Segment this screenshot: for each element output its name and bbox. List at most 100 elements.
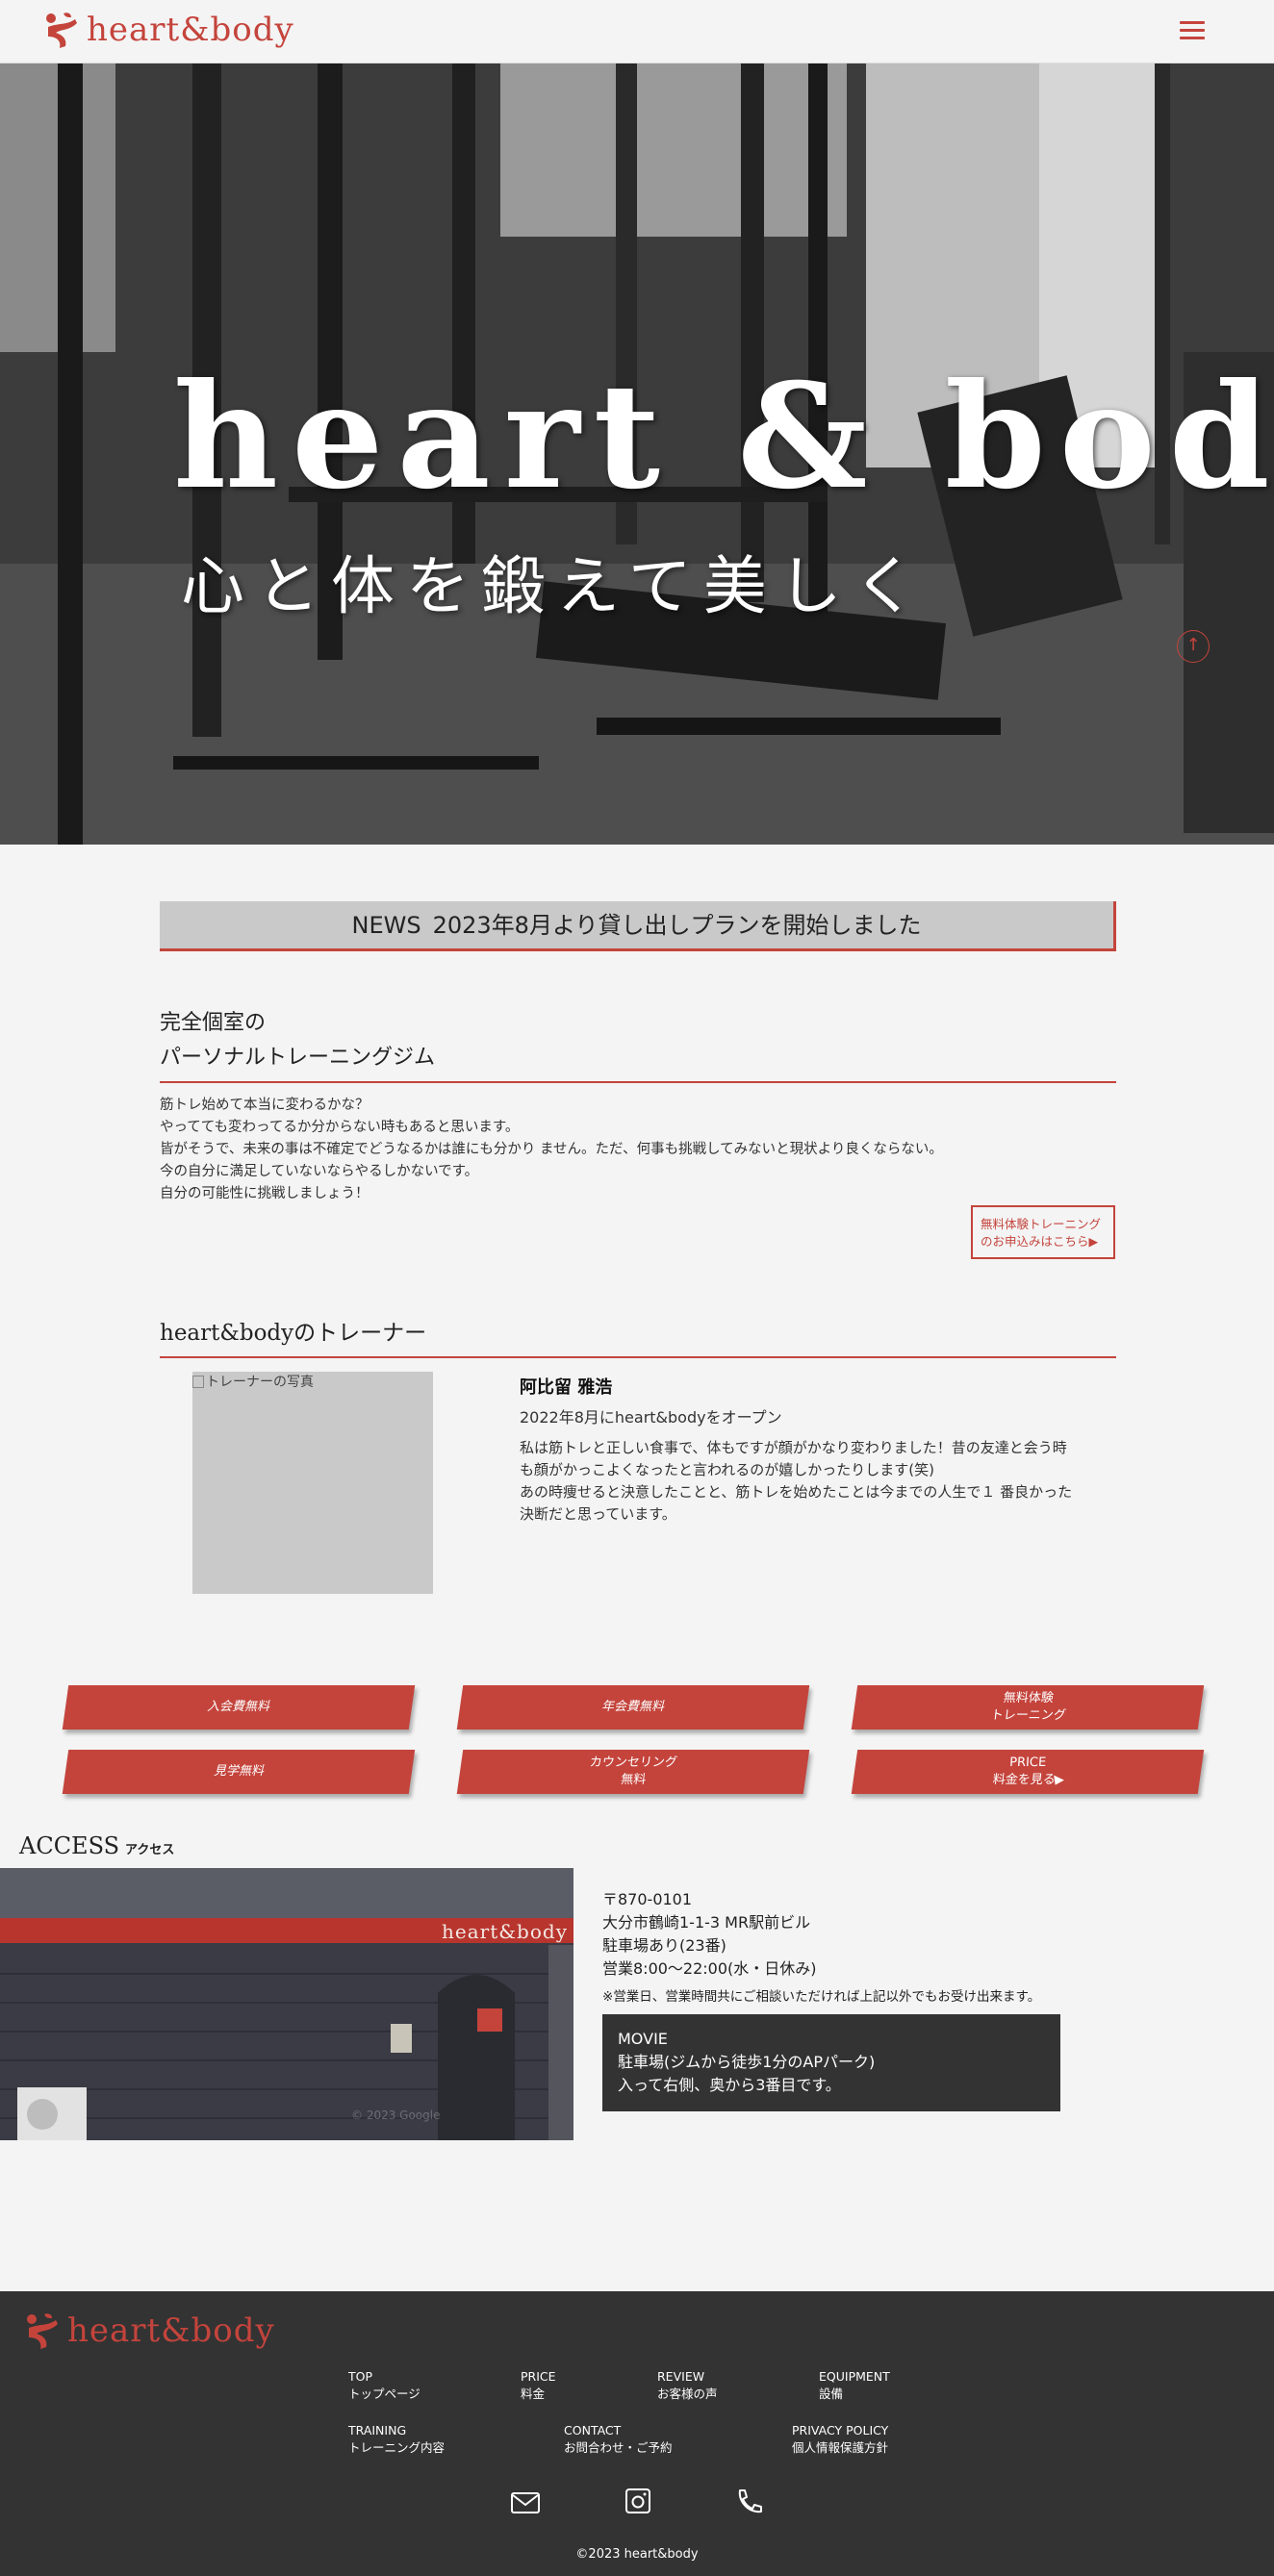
footer-link-en: TRAINING: [348, 2423, 407, 2437]
trainer-bio-line: 私は筋トレと正しい食事で、体もですが顔がかなり変わりました！昔の友達と会う時: [520, 1439, 1067, 1456]
button-label-line2: 無料: [619, 1773, 647, 1787]
footer-link-ja: お問合わせ・ご予約: [564, 2440, 673, 2455]
intro-heading: 完全個室の パーソナルトレーニングジム: [160, 1006, 1116, 1083]
free-visit-button[interactable]: 見学無料: [62, 1750, 416, 1794]
trainer-name: 阿比留 雅浩: [520, 1377, 613, 1398]
scroll-to-top-button[interactable]: ↑: [1177, 630, 1210, 663]
postal-code: 〒870-0101: [602, 1890, 693, 1908]
footer-link-ja: トレーニング内容: [348, 2440, 446, 2455]
free-trial-button[interactable]: 無料体験トレーニング のお申込みはこちら▶: [971, 1205, 1115, 1259]
button-label: カウンセリング 無料: [588, 1755, 678, 1789]
button-label-line1: カウンセリング: [588, 1755, 678, 1770]
intro-text-line: 筋トレ始めて本当に変わるかな？: [160, 1098, 369, 1113]
button-label: 無料体験トレーニング: [988, 1690, 1066, 1725]
hours-note: ※営業日、営業時間共にご相談いただければ上記以外でもお受け出来ます。: [602, 1989, 1041, 2005]
footer-logo-text: heart&body: [67, 2311, 275, 2350]
footer-link-en: EQUIPMENT: [819, 2369, 890, 2384]
trainer-heading: heart&bodyのトレーナー: [160, 1314, 1116, 1358]
logo-mark-icon: [46, 13, 77, 48]
footer-link-top[interactable]: TOP トップページ: [348, 2368, 420, 2403]
trainer-bio-line: 決断だと思っています。: [520, 1505, 676, 1523]
news-banner[interactable]: NEWS 2023年8月より貸し出しプランを開始しました: [160, 901, 1116, 951]
button-label: PRICE 料金を見る▶: [990, 1755, 1065, 1789]
footer-link-ja: 個人情報保護方針: [792, 2440, 889, 2455]
button-label: 年会費無料: [601, 1700, 665, 1714]
logo-text: heart&body: [87, 11, 294, 49]
footer-link-en: CONTACT: [564, 2423, 622, 2437]
price-button[interactable]: PRICE 料金を見る▶: [851, 1750, 1205, 1794]
address: 大分市鶴崎1-1-3 MR駅前ビル: [602, 1913, 811, 1932]
footer-link-training[interactable]: TRAINING トレーニング内容: [348, 2422, 445, 2457]
button-label: 入会費無料: [207, 1700, 270, 1714]
free-trial-training-button[interactable]: 無料体験トレーニング: [851, 1685, 1205, 1730]
intro-heading-line2: パーソナルトレーニングジム: [160, 1046, 436, 1070]
trainer-bio-line: あの時痩せると決意したことと、筋トレを始めたことは今までの人生で１ 番良かった: [520, 1483, 1073, 1501]
hero-subtitle: 心と体を鍛えて美しく: [181, 549, 929, 623]
intro-text: 筋トレ始めて本当に変わるかな？ やってても変わってるか分からない時もあると思いま…: [160, 1095, 1116, 1205]
footer-link-ja: 料金: [521, 2387, 546, 2401]
map-watermark: © 2023 Google: [351, 2109, 441, 2122]
hero-title: heart & body: [173, 352, 1274, 521]
footer-link-ja: お客様の声: [657, 2387, 718, 2401]
movie-box[interactable]: MOVIE 駐車場(ジムから徒歩1分のAPパーク) 入って右側、奥から3番目です…: [602, 2014, 1060, 2111]
movie-label: MOVIE: [618, 2030, 668, 2048]
trainer-bio-line: も顔がかっこよくなったと言われるのが嬉しかったりします(笑): [520, 1461, 934, 1478]
hero-image: heart & body 心と体を鍛えて美しく ↑: [0, 63, 1274, 845]
address-block: 〒870-0101 大分市鶴崎1-1-3 MR駅前ビル 駐車場あり(23番) 営…: [602, 1888, 817, 1981]
parking-info: 駐車場あり(23番): [602, 1936, 726, 1955]
copyright: ©2023 heart&body: [575, 2547, 699, 2562]
intro-text-line: 今の自分に満足していないならやるしかないです。: [160, 1164, 479, 1179]
footer-link-price[interactable]: PRICE 料金: [521, 2368, 556, 2403]
button-label-line2: 料金を見る▶: [990, 1773, 1065, 1787]
phone-icon[interactable]: [732, 2488, 763, 2514]
menu-icon[interactable]: [1180, 21, 1205, 40]
footer-link-equipment[interactable]: EQUIPMENT 設備: [819, 2368, 890, 2403]
footer-link-en: PRIVACY POLICY: [792, 2423, 889, 2437]
footer-link-ja: トップページ: [348, 2387, 420, 2401]
button-label: 見学無料: [213, 1764, 264, 1779]
footer-link-en: TOP: [348, 2369, 373, 2384]
free-admission-button[interactable]: 入会費無料: [62, 1685, 416, 1730]
button-label-line1: 無料体験: [1001, 1691, 1054, 1705]
footer-logo[interactable]: heart&body: [23, 2311, 275, 2351]
store-front-photo: heart&body © 2023 Google: [0, 1868, 573, 2140]
access-title: ACCESS アクセス: [19, 1832, 174, 1859]
free-annual-fee-button[interactable]: 年会費無料: [456, 1685, 810, 1730]
intro-text-line: 自分の可能性に挑戦しましょう！: [160, 1186, 369, 1201]
business-hours: 営業8:00～22:00(水・日休み): [602, 1959, 817, 1978]
intro-heading-line1: 完全個室の: [160, 1011, 267, 1035]
intro-text-line: やってても変わってるか分からない時もあると思います。: [160, 1120, 520, 1135]
free-counseling-button[interactable]: カウンセリング 無料: [456, 1750, 810, 1794]
trainer-opened: 2022年8月にheart&bodyをオープン: [520, 1408, 782, 1427]
arrow-up-icon: ↑: [1185, 635, 1201, 655]
site-footer: heart&body TOP トップページ PRICE 料金 REVIEW お客様の声…: [0, 2291, 1274, 2576]
mail-icon[interactable]: [510, 2489, 541, 2516]
access-title-en: ACCESS: [19, 1832, 120, 1859]
store-sign: heart&body: [442, 1920, 568, 1943]
button-label-line2: トレーニング: [988, 1708, 1066, 1723]
broken-image-icon: [192, 1375, 204, 1388]
site-logo[interactable]: heart&body: [42, 10, 294, 50]
site-header: heart&body: [0, 0, 1274, 63]
free-trial-line2: のお申込みはこちら▶: [981, 1234, 1099, 1249]
intro-text-line: 皆がそうで、未来の事は不確定でどうなるかは誰にも分かり ません。ただ、何事も挑戦…: [160, 1142, 943, 1157]
footer-link-en: PRICE: [521, 2369, 556, 2384]
movie-line1: 駐車場(ジムから徒歩1分のAPパーク): [618, 2053, 876, 2071]
button-label-line1: PRICE: [1007, 1755, 1047, 1770]
trainer-photo-alt: トレーナーの写真: [206, 1375, 314, 1390]
logo-mark-icon: [27, 2313, 58, 2349]
free-trial-line1: 無料体験トレーニング: [981, 1217, 1102, 1231]
footer-link-en: REVIEW: [657, 2369, 705, 2384]
news-label: NEWS: [351, 912, 421, 939]
access-title-ja: アクセス: [125, 1843, 175, 1857]
footer-link-privacy[interactable]: PRIVACY POLICY 個人情報保護方針: [792, 2422, 888, 2457]
store-front-image: [0, 1868, 573, 2140]
instagram-icon[interactable]: [623, 2488, 653, 2514]
trainer-bio: 私は筋トレと正しい食事で、体もですが顔がかなり変わりました！昔の友達と会う時 も…: [520, 1437, 1078, 1526]
trainer-photo: トレーナーの写真: [192, 1372, 433, 1594]
footer-link-contact[interactable]: CONTACT お問合わせ・ご予約: [564, 2422, 673, 2457]
news-text: 2023年8月より貸し出しプランを開始しました: [432, 912, 922, 939]
movie-line2: 入って右側、奥から3番目です。: [618, 2076, 841, 2094]
footer-link-ja: 設備: [819, 2387, 844, 2401]
footer-link-review[interactable]: REVIEW お客様の声: [657, 2368, 718, 2403]
